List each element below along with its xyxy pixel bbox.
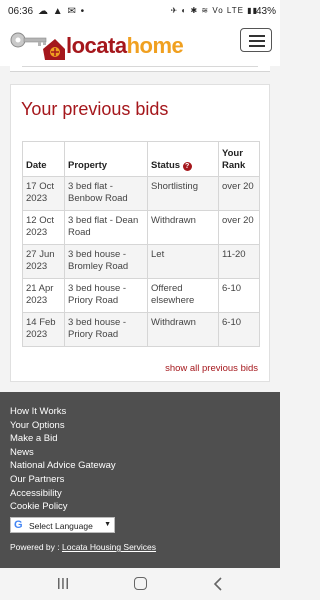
dropdown-arrow-icon: ▼ [104,521,111,528]
battery-level: 43% [255,6,276,17]
hamburger-icon [249,35,265,37]
bid-date: 17 Oct 2023 [22,176,65,211]
column-property: Property [64,141,148,177]
bid-date: 14 Feb 2023 [22,312,65,347]
powered-by: Powered by : Locata Housing Services [10,542,157,552]
column-date: Date [22,141,65,177]
bid-rank: 11-20 [218,244,260,279]
home-icon[interactable] [134,577,147,590]
bid-rank: 6-10 [218,278,260,313]
table-row: 21 Apr 2023 3 bed house - Priory Road Of… [22,278,260,313]
footer-link-make-a-bid[interactable]: Make a Bid [10,432,116,446]
notification-icons: ☁ ▲ ✉ • [38,6,86,17]
house-key-logo-icon [10,32,65,60]
bid-property: 3 bed house - Priory Road [64,312,148,347]
bid-rank: 6-10 [218,312,260,347]
section-title: Your previous bids [21,99,169,119]
previous-bids-card: Your previous bids Date Property Status … [10,84,270,382]
status-help-icon[interactable]: ? [182,162,192,171]
back-icon[interactable] [212,577,224,591]
footer-link-news[interactable]: News [10,446,116,460]
recent-apps-icon[interactable] [57,578,69,589]
footer-link-our-partners[interactable]: Our Partners [10,473,116,487]
logo-wordmark: locatahome [66,33,184,58]
hamburger-menu-button[interactable] [240,28,272,52]
table-row: 27 Jun 2023 3 bed house - Bromley Road L… [22,244,260,279]
bid-status: Shortlisting [147,176,219,211]
bid-date: 21 Apr 2023 [22,278,65,313]
clock: 06:36 [8,6,34,17]
footer-links: How It Works Your Options Make a Bid New… [10,405,116,514]
bid-property: 3 bed flat - Dean Road [64,210,148,245]
locata-housing-services-link[interactable]: Locata Housing Services [62,542,156,552]
bid-rank: over 20 [218,176,260,211]
table-header-row: Date Property Status ? Your Rank [22,141,260,177]
status-bar: 06:36 ☁ ▲ ✉ • ✈ ◐ ✱ ≋ Vo LTE ▮▮ 43% [0,0,280,24]
footer-link-how-it-works[interactable]: How It Works [10,405,116,419]
bid-status: Offered elsewhere [147,278,219,313]
table-row: 14 Feb 2023 3 bed house - Priory Road Wi… [22,312,260,347]
system-navigation-bar [0,568,280,600]
bid-status: Withdrawn [147,312,219,347]
column-status: Status ? [147,141,219,177]
bid-property: 3 bed flat - Benbow Road [64,176,148,211]
footer-link-cookie-policy[interactable]: Cookie Policy [10,500,116,514]
bid-property: 3 bed house - Priory Road [64,278,148,313]
footer-link-your-options[interactable]: Your Options [10,419,116,433]
language-label: Select Language [29,521,93,531]
bids-table: Date Property Status ? Your Rank 17 Oct 2… [22,141,260,347]
table-row: 12 Oct 2023 3 bed flat - Dean Road Withd… [22,210,260,245]
bid-status: Let [147,244,219,279]
select-language-dropdown[interactable]: G Select Language ▼ [10,517,115,533]
bid-date: 27 Jun 2023 [22,244,65,279]
footer-link-national-advice-gateway[interactable]: National Advice Gateway [10,459,116,473]
system-icons: ✈ ◐ ✱ ≋ Vo LTE ▮▮ [170,6,258,15]
previous-section-edge [10,60,270,72]
locata-home-logo[interactable]: locatahome [8,28,184,62]
bid-status: Withdrawn [147,210,219,245]
site-footer: How It Works Your Options Make a Bid New… [0,392,280,568]
footer-link-accessibility[interactable]: Accessibility [10,487,116,501]
column-rank: Your Rank [218,141,260,177]
show-all-bids-link[interactable]: show all previous bids [165,363,258,374]
bid-rank: over 20 [218,210,260,245]
google-icon: G [14,519,23,531]
table-row: 17 Oct 2023 3 bed flat - Benbow Road Sho… [22,176,260,211]
bid-date: 12 Oct 2023 [22,210,65,245]
bid-property: 3 bed house - Bromley Road [64,244,148,279]
